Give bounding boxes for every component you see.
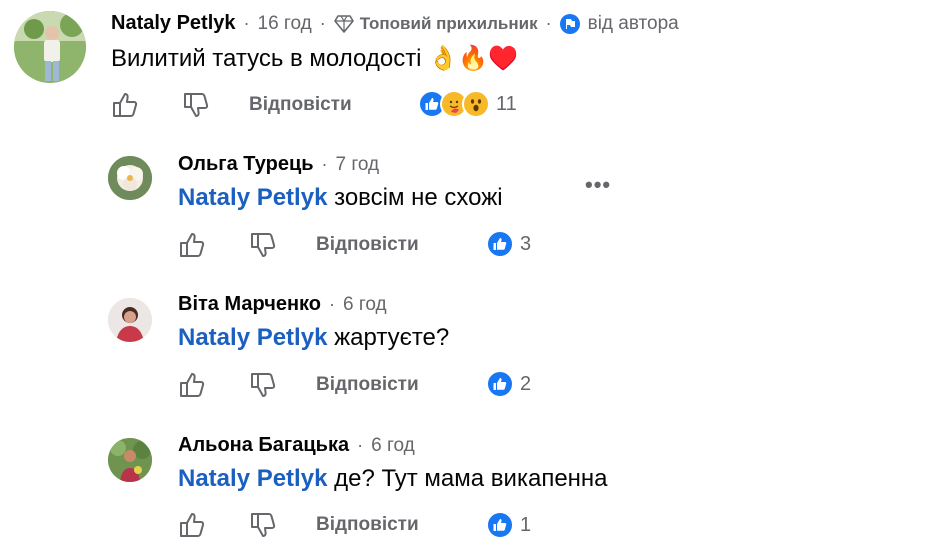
comment-actions: Відповісти (175, 368, 419, 402)
author-name[interactable]: Ольга Турець (178, 153, 314, 176)
comment-actions: Відповісти (175, 228, 419, 262)
author-name[interactable]: Nataly Petlyk (111, 12, 236, 35)
wow-reaction-icon (462, 90, 490, 118)
avatar[interactable] (108, 156, 152, 200)
thumb-down-icon[interactable] (246, 368, 280, 402)
separator-dot: · (357, 435, 364, 455)
author-name[interactable]: Альона Багацька (178, 434, 349, 457)
reaction-count: 1 (520, 513, 532, 536)
thumb-up-icon[interactable] (175, 228, 209, 262)
mention-link[interactable]: Nataly Petlyk (178, 465, 327, 492)
badge-label: Топовий прихильник (359, 13, 538, 33)
separator-dot: · (321, 154, 328, 174)
reaction-count: 3 (520, 232, 532, 255)
top-fan-badge[interactable]: Топовий прихильник (333, 13, 538, 34)
comment-body: жартуєте? (334, 324, 450, 351)
reaction-summary[interactable]: 1 (486, 511, 531, 539)
comment-actions: Відповісти (175, 508, 419, 542)
author-flag-icon (559, 13, 580, 34)
mention-link[interactable]: Nataly Petlyk (178, 324, 327, 351)
diamond-icon (333, 14, 354, 33)
like-reaction-icon (486, 511, 514, 539)
comment-emojis: 👌🔥♥️ (428, 45, 518, 72)
mention-link[interactable]: Nataly Petlyk (178, 184, 327, 211)
timestamp[interactable]: 7 год (336, 154, 380, 176)
avatar[interactable] (108, 438, 152, 482)
comment-body: Вилитий татусь в молодості (111, 45, 422, 72)
reply-button[interactable]: Відповісти (249, 94, 352, 116)
comment-text: Nataly Petlyk жартуєте? (178, 324, 449, 352)
comment-header: Ольга Турець · 7 год (178, 153, 379, 176)
timestamp[interactable]: 16 год (258, 13, 312, 35)
separator-dot: · (329, 294, 335, 314)
comment-header: Віта Марченко · 6 год (178, 293, 387, 316)
avatar[interactable] (108, 298, 152, 342)
thumb-down-icon[interactable] (179, 88, 213, 122)
more-options-icon[interactable]: ••• (585, 172, 611, 198)
author-flag-label: від автора (587, 12, 679, 34)
reaction-summary[interactable]: 11 (418, 90, 517, 118)
reaction-count: 2 (520, 372, 532, 395)
thumb-up-icon[interactable] (175, 508, 209, 542)
reply-button[interactable]: Відповісти (316, 234, 419, 256)
comment-text: Nataly Petlyk зовсім не схожі (178, 184, 503, 212)
avatar[interactable] (14, 11, 86, 83)
comment-body: де? Тут мама викапенна (334, 465, 608, 492)
author-name[interactable]: Віта Марченко (178, 293, 321, 316)
like-reaction-icon (486, 230, 514, 258)
separator-dot: · (243, 13, 250, 33)
comment-text: Nataly Petlyk де? Тут мама викапенна (178, 465, 608, 493)
like-reaction-icon (486, 370, 514, 398)
reply-button[interactable]: Відповісти (316, 374, 419, 396)
thumb-up-icon[interactable] (108, 88, 142, 122)
comment-actions: Відповісти (108, 88, 352, 122)
reaction-count: 11 (496, 92, 517, 115)
author-flag: від автора (559, 12, 679, 35)
comment-text: Вилитий татусь в молодості 👌🔥♥️ (111, 44, 518, 73)
reaction-summary[interactable]: 2 (486, 370, 531, 398)
timestamp[interactable]: 6 год (343, 294, 387, 316)
reply-button[interactable]: Відповісти (316, 514, 419, 536)
separator-dot: · (319, 13, 326, 33)
thumb-up-icon[interactable] (175, 368, 209, 402)
reaction-summary[interactable]: 3 (486, 230, 531, 258)
comment-header: Nataly Petlyk · 16 год · Топовий прихиль… (111, 12, 679, 35)
timestamp[interactable]: 6 год (371, 435, 415, 457)
thumb-down-icon[interactable] (246, 508, 280, 542)
comment-body: зовсім не схожі (334, 184, 503, 211)
separator-dot: · (545, 13, 552, 33)
thumb-down-icon[interactable] (246, 228, 280, 262)
comment-header: Альона Багацька · 6 год (178, 434, 415, 457)
